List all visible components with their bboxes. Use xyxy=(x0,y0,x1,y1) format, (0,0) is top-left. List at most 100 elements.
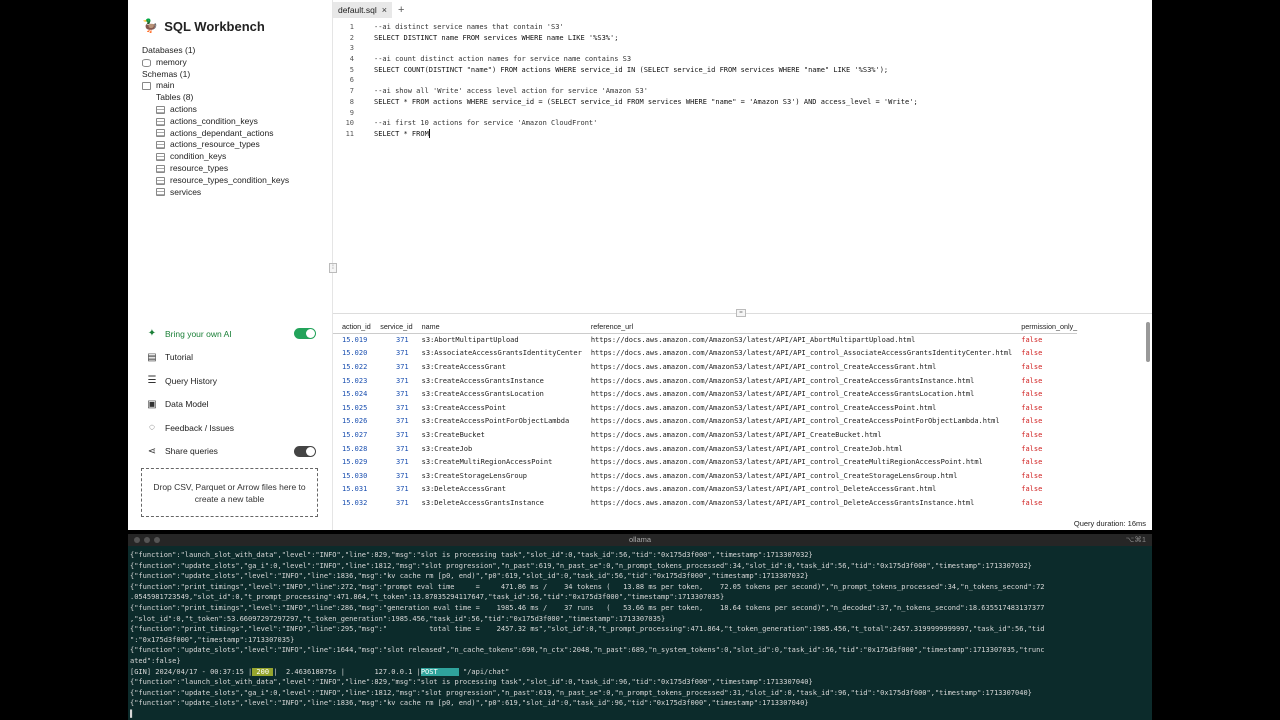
terminal-output[interactable]: {"function":"launch_slot_with_data","lev… xyxy=(128,546,1152,720)
byo-ai-toggle[interactable] xyxy=(294,328,316,339)
db-item[interactable]: memory xyxy=(142,57,289,69)
byo-ai-item[interactable]: ✦ Bring your own AI xyxy=(146,322,316,346)
table-cell: s3:AssociateAccessGrantsIdentityCenter xyxy=(421,349,582,358)
add-tab-icon[interactable]: + xyxy=(398,4,404,16)
line-number: 7 xyxy=(349,87,354,96)
table-cell: s3:CreateAccessPointForObjectLambda xyxy=(421,417,570,426)
table-item[interactable]: condition_keys xyxy=(142,151,289,163)
splitter-handle[interactable]: = xyxy=(736,309,746,317)
editor-line[interactable]: 7 --ai show all 'Write' access level acti… xyxy=(333,86,1152,97)
table-icon xyxy=(156,188,165,197)
schema-item[interactable]: main xyxy=(142,80,289,92)
share-queries-toggle[interactable] xyxy=(294,445,316,457)
table-cell: 15.024 xyxy=(342,390,368,399)
table-cell: 371 xyxy=(396,430,409,439)
table-name: actions_condition_keys xyxy=(170,115,258,126)
tab-default-sql[interactable]: default.sql × xyxy=(333,2,393,18)
table-item[interactable]: resource_types xyxy=(142,163,289,175)
code-text: --ai count distinct action names for ser… xyxy=(374,55,632,64)
terminal-line: {"function":"launch_slot_with_data","lev… xyxy=(130,551,813,559)
share-queries-item[interactable]: ⋖ Share queries xyxy=(146,440,316,464)
table-cell: 15.025 xyxy=(342,403,368,412)
table-row[interactable]: 15.024 371 s3:CreateAccessGrantsLocation ht… xyxy=(333,387,1077,401)
app-title: 🦆 SQL Workbench xyxy=(142,18,265,34)
sql-editor[interactable]: 1 --ai distinct service names that contai… xyxy=(333,22,1152,312)
table-icon xyxy=(156,129,165,138)
editor-line[interactable]: 5 SELECT COUNT(DISTINCT "name") FROM acti… xyxy=(333,65,1152,76)
schema-tree: Databases (1) memory Schemas (1) main Ta… xyxy=(142,45,289,198)
table-row[interactable]: 15.031 371 s3:DeleteAccessGrant https://doc… xyxy=(333,483,1077,497)
tutorial-item[interactable]: ▤ Tutorial xyxy=(146,346,316,370)
editor-line[interactable]: 8 SELECT * FROM actions WHERE service_id … xyxy=(333,97,1152,108)
table-cell: 15.029 xyxy=(342,458,368,467)
table-cell: https://docs.aws.amazon.com/AmazonS3/lat… xyxy=(590,362,937,371)
databases-label: Databases (1) xyxy=(142,45,196,55)
line-number: 11 xyxy=(345,129,354,138)
table-item[interactable]: services xyxy=(142,187,289,199)
table-row[interactable]: 15.025 371 s3:CreateAccessPoint https://doc… xyxy=(333,401,1077,415)
table-row[interactable]: 15.023 371 s3:CreateAccessGrantsInstance ht… xyxy=(333,374,1077,388)
line-number: 8 xyxy=(349,97,354,106)
results-grid[interactable]: action_id service_id name reference_url perm… xyxy=(333,320,1145,517)
editor-line[interactable]: 3 xyxy=(333,43,1152,54)
column-header[interactable]: name xyxy=(412,320,582,334)
editor-line[interactable]: 4 --ai count distinct action names for se… xyxy=(333,54,1152,65)
table-cell: 371 xyxy=(396,390,409,399)
table-item[interactable]: actions_dependant_actions xyxy=(142,128,289,140)
table-item[interactable]: resource_types_condition_keys xyxy=(142,175,289,187)
table-row[interactable]: 15.028 371 s3:CreateJob https://docs.aws.am… xyxy=(333,442,1077,456)
data-model-item[interactable]: ▣ Data Model xyxy=(146,393,316,417)
table-row[interactable]: 15.019 371 s3:AbortMultipartUpload https://… xyxy=(333,333,1077,347)
line-number: 9 xyxy=(349,108,354,117)
terminal-line: {"function":"print_timings","level":"INF… xyxy=(130,582,1045,591)
table-cell: false xyxy=(1021,458,1043,467)
terminal-line: ▌ xyxy=(130,709,135,718)
close-window-button[interactable] xyxy=(134,537,140,543)
table-cell: 15.026 xyxy=(342,417,368,426)
column-header[interactable]: reference_url xyxy=(581,320,1013,334)
code-text: --ai first 10 actions for service 'Amazo… xyxy=(374,119,598,128)
line-number: 1 xyxy=(349,23,354,31)
data-model-label: Data Model xyxy=(165,399,209,410)
table-item[interactable]: actions_condition_keys xyxy=(142,116,289,128)
feedback-item[interactable]: ◌ Feedback / Issues xyxy=(146,416,316,440)
table-row[interactable]: 15.032 371 s3:DeleteAccessGrantsInstance ht… xyxy=(333,496,1077,510)
editor-line[interactable]: 2 SELECT DISTINCT name FROM services WHER… xyxy=(333,33,1152,44)
table-row[interactable]: 15.026 371 s3:CreateAccessPointForObjectLa… xyxy=(333,415,1077,429)
editor-line[interactable]: 1 --ai distinct service names that contai… xyxy=(333,22,1152,33)
editor-line[interactable]: 6 xyxy=(333,75,1152,86)
table-cell: https://docs.aws.amazon.com/AmazonS3/lat… xyxy=(590,485,937,494)
table-row[interactable]: 15.020 371 s3:AssociateAccessGrantsIdentit… xyxy=(333,347,1077,361)
table-cell: 15.032 xyxy=(342,498,368,507)
log-text: [GIN] 2024/04/17 - 00:37:15 | xyxy=(130,667,253,676)
file-dropzone[interactable]: Drop CSV, Parquet or Arrow files here to… xyxy=(141,468,318,517)
editor-line[interactable]: 11 SELECT * FROM xyxy=(333,128,1152,140)
editor-line[interactable]: 9 xyxy=(333,108,1152,119)
table-cell: 15.028 xyxy=(342,444,368,453)
method-badge: POST xyxy=(420,667,459,676)
table-item[interactable]: actions xyxy=(142,104,289,116)
table-cell: s3:DeleteAccessGrant xyxy=(421,485,506,494)
column-header[interactable]: action_id xyxy=(333,320,372,334)
table-cell: s3:CreateAccessGrant xyxy=(421,362,506,371)
editor-line[interactable]: 10 --ai first 10 actions for service 'Ama… xyxy=(333,118,1152,129)
code-text: SELECT DISTINCT name FROM services WHERE… xyxy=(374,33,619,42)
table-row[interactable]: 15.029 371 s3:CreateMultiRegionAccessPoint… xyxy=(333,455,1077,469)
table-row[interactable]: 15.022 371 s3:CreateAccessGrant https://doc… xyxy=(333,360,1077,374)
byo-ai-label: Bring your own AI xyxy=(165,328,232,339)
query-history-item[interactable]: ☰ Query History xyxy=(146,369,316,393)
table-item[interactable]: actions_resource_types xyxy=(142,139,289,151)
column-header[interactable]: service_id xyxy=(371,320,413,334)
minimize-window-button[interactable] xyxy=(144,537,150,543)
table-row[interactable]: 15.030 371 s3:CreateStorageLensGroup https:… xyxy=(333,469,1077,483)
line-number: 5 xyxy=(349,65,354,74)
table-row[interactable]: 15.027 371 s3:CreateBucket https://docs.aws… xyxy=(333,428,1077,442)
table-icon xyxy=(156,153,165,162)
line-number: 10 xyxy=(345,119,354,128)
zoom-window-button[interactable] xyxy=(154,537,160,543)
close-icon[interactable]: × xyxy=(382,5,387,15)
table-cell: s3:CreateBucket xyxy=(421,430,485,439)
results-scrollbar[interactable] xyxy=(1146,322,1150,362)
table-cell: https://docs.aws.amazon.com/AmazonS3/lat… xyxy=(590,376,975,385)
column-header[interactable]: permission_only_ xyxy=(1012,320,1078,334)
